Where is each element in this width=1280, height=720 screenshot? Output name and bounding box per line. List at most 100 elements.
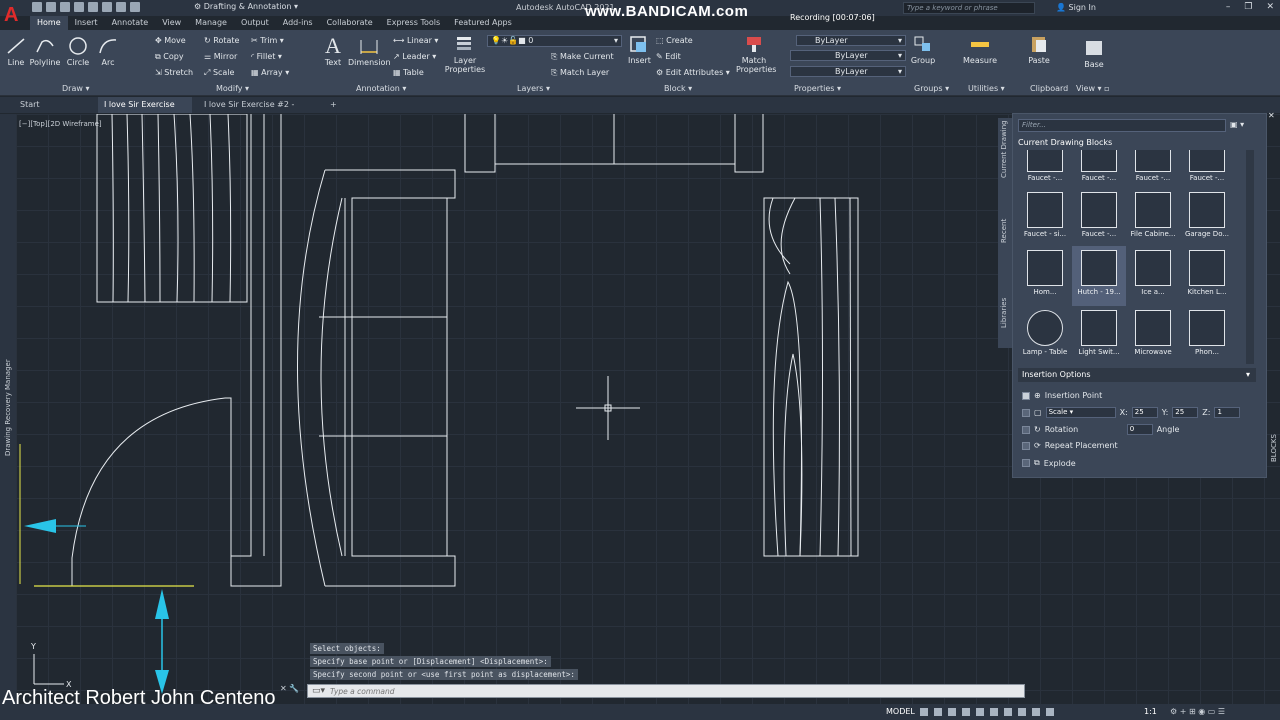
tab-express-tools[interactable]: Express Tools: [380, 16, 448, 30]
view-panel-label[interactable]: View ▾ ▫: [1076, 84, 1110, 93]
scale-checkbox[interactable]: [1022, 408, 1030, 417]
block-item[interactable]: Lamp - Table: [1018, 306, 1072, 364]
rotation-checkbox[interactable]: [1022, 425, 1030, 434]
palette-tab-libraries[interactable]: Libraries: [1000, 298, 1008, 328]
undo-icon[interactable]: [116, 2, 126, 12]
move-button[interactable]: ✥ Move: [155, 36, 186, 45]
circle-button[interactable]: Circle: [64, 36, 92, 67]
explode-option[interactable]: ⧉ Explode: [1022, 458, 1076, 468]
grid-icon[interactable]: [920, 708, 928, 716]
command-input[interactable]: [330, 686, 1010, 697]
saveas-icon[interactable]: [74, 2, 84, 12]
text-button[interactable]: A Text: [322, 34, 344, 68]
scale-button[interactable]: ⤢ Scale: [204, 68, 234, 78]
block-item[interactable]: Phon...: [1180, 306, 1234, 364]
doc-tab-exercise2[interactable]: I love Sir Exercise #2*✕: [98, 97, 192, 125]
create-block-button[interactable]: ⬚ Create: [656, 36, 693, 45]
layer-properties-button[interactable]: Layer Properties: [444, 34, 486, 74]
trim-button[interactable]: ✂ Trim ▾: [251, 36, 284, 45]
base-button[interactable]: Base: [1082, 38, 1106, 69]
new-icon[interactable]: [32, 2, 42, 12]
scale-dropdown[interactable]: Scale ▾: [1045, 407, 1116, 418]
scale-x-input[interactable]: 25: [1131, 407, 1158, 418]
command-prompt-icon[interactable]: ▭▾: [312, 686, 325, 696]
linear-button[interactable]: ⟷ Linear ▾: [393, 36, 438, 45]
ortho-icon[interactable]: [948, 708, 956, 716]
insertion-point-option[interactable]: ⊕ Insertion Point: [1022, 391, 1102, 400]
rotate-button[interactable]: ↻ Rotate: [204, 36, 239, 45]
color-dropdown[interactable]: ByLayer ▾: [796, 35, 906, 46]
tab-featured-apps[interactable]: Featured Apps: [447, 16, 519, 30]
scale-option[interactable]: ▢ Scale ▾ X: 25 Y: 25 Z: 1: [1022, 407, 1241, 418]
block-item[interactable]: Garage Do...: [1180, 188, 1234, 248]
annotation-visibility-icon[interactable]: [1046, 708, 1054, 716]
save-icon[interactable]: [60, 2, 70, 12]
scale-z-input[interactable]: 1: [1214, 407, 1241, 418]
sign-in-button[interactable]: 👤 Sign In: [1056, 3, 1096, 12]
redo-icon[interactable]: [130, 2, 140, 12]
block-item[interactable]: Microwave: [1126, 306, 1180, 364]
block-item[interactable]: Ice a...: [1126, 246, 1180, 306]
insertion-options-header[interactable]: Insertion Options ▾: [1018, 368, 1256, 382]
match-layer-button[interactable]: ⎘ Match Layer: [551, 68, 609, 78]
palette-tab-current-drawing[interactable]: Current Drawing: [1000, 120, 1008, 178]
repeat-placement-option[interactable]: ⟳ Repeat Placement: [1022, 441, 1118, 450]
insertion-point-checkbox[interactable]: [1022, 391, 1030, 400]
edit-attributes-button[interactable]: ⚙ Edit Attributes ▾: [656, 68, 730, 77]
clipboard-panel-label[interactable]: Clipboard: [1030, 84, 1068, 93]
help-search-input[interactable]: Type a keyword or phrase: [903, 2, 1035, 14]
line-button[interactable]: Line: [4, 36, 28, 67]
copy-button[interactable]: ⧉ Copy: [155, 52, 184, 62]
cloud-icon[interactable]: [88, 2, 98, 12]
edit-block-button[interactable]: ✎ Edit: [656, 52, 681, 61]
rotation-option[interactable]: ↻ Rotation 0 Angle: [1022, 424, 1179, 435]
command-line[interactable]: ▭▾: [307, 684, 1025, 698]
block-filter-input[interactable]: Filter...: [1018, 119, 1226, 132]
status-settings-icons[interactable]: ⚙ + ⊞ ◉ ▭ ☰: [1170, 707, 1225, 716]
minimize-icon[interactable]: –: [1226, 2, 1231, 12]
polar-icon[interactable]: [962, 708, 970, 716]
block-item[interactable]: Faucet -...: [1180, 150, 1234, 192]
plot-icon[interactable]: [102, 2, 112, 12]
palette-view-options-icon[interactable]: ▣ ▾: [1230, 120, 1244, 129]
tab-insert[interactable]: Insert: [68, 16, 105, 30]
block-item[interactable]: Faucet -...: [1126, 150, 1180, 192]
stretch-button[interactable]: ⇲ Stretch: [155, 68, 193, 77]
osnap-icon[interactable]: [976, 708, 984, 716]
open-icon[interactable]: [46, 2, 56, 12]
leader-button[interactable]: ↗ Leader ▾: [393, 52, 436, 61]
command-line-close-icon[interactable]: ✕ 🔧: [280, 684, 299, 693]
tab-manage[interactable]: Manage: [188, 16, 234, 30]
fillet-button[interactable]: ◜ Fillet ▾: [251, 52, 282, 61]
tab-view[interactable]: View: [155, 16, 188, 30]
block-item[interactable]: Faucet -...: [1018, 150, 1072, 192]
block-item[interactable]: Light Swit...: [1072, 306, 1126, 364]
array-button[interactable]: ▦ Array ▾: [251, 68, 289, 77]
mirror-button[interactable]: ⚌ Mirror: [204, 52, 237, 61]
new-tab-button[interactable]: +: [324, 97, 343, 113]
lineweight-dropdown[interactable]: ByLayer ▾: [790, 66, 906, 77]
lineweight-icon[interactable]: [1004, 708, 1012, 716]
insert-button[interactable]: Insert: [628, 34, 651, 65]
snap-icon[interactable]: [934, 708, 942, 716]
tab-collaborate[interactable]: Collaborate: [320, 16, 380, 30]
restore-icon[interactable]: ❐: [1244, 2, 1252, 12]
palette-close-icon[interactable]: ✕: [1268, 111, 1275, 120]
block-item-selected[interactable]: Hutch - 19...: [1072, 246, 1126, 306]
make-current-button[interactable]: ⎘ Make Current: [551, 52, 614, 62]
annotation-panel-label[interactable]: Annotation ▾: [356, 84, 406, 93]
angle-input[interactable]: 0: [1126, 424, 1153, 435]
block-panel-label[interactable]: Block ▾: [664, 84, 692, 93]
groups-panel-label[interactable]: Groups ▾: [914, 84, 949, 93]
dimension-button[interactable]: Dimension: [348, 36, 391, 67]
modify-panel-label[interactable]: Modify ▾: [216, 84, 249, 93]
table-button[interactable]: ▦ Table: [393, 68, 424, 77]
explode-checkbox[interactable]: [1022, 459, 1030, 467]
doc-tab-exercise2-copy[interactable]: I love Sir Exercise #2 - Copy*✕: [198, 97, 318, 125]
annotation-scale-button[interactable]: 1:1: [1144, 707, 1157, 716]
palette-tab-recent[interactable]: Recent: [1000, 219, 1008, 243]
workspace-switcher[interactable]: ⚙ Drafting & Annotation ▾: [194, 2, 298, 11]
selection-cycling-icon[interactable]: [1032, 708, 1040, 716]
close-icon[interactable]: ✕: [1266, 2, 1274, 12]
repeat-placement-checkbox[interactable]: [1022, 441, 1030, 450]
